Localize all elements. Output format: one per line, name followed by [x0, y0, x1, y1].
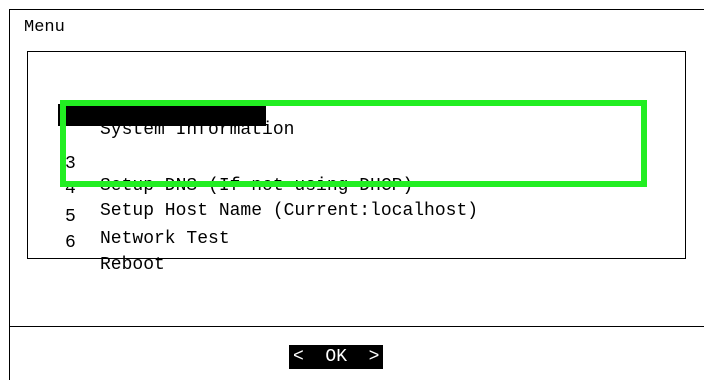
menu-item-setup-dns[interactable]: 3 Setup DNS (If not using DHCP) [65, 131, 413, 196]
menu-item-label: Network Test [100, 229, 230, 249]
ok-button[interactable]: < OK > [289, 345, 384, 369]
menu-item-setup-host-name[interactable]: 4 Setup Host Name (Current:localhost) [65, 156, 478, 221]
menu-item-network-test[interactable]: 5 Network Test [65, 184, 230, 249]
button-area-divider [9, 326, 704, 327]
menu-item-reboot[interactable]: 6 Reboot [65, 210, 165, 275]
menu-item-label: Reboot [100, 255, 165, 275]
menu-item-setup-network[interactable]: 2 Setup Network [58, 104, 267, 169]
menu-item-number: 6 [65, 233, 76, 253]
menu-item-label: Setup Host Name (Current:localhost) [100, 201, 479, 221]
dialog-title: Menu [24, 18, 65, 37]
menu-item-label: Setup DNS (If not using DHCP) [100, 176, 414, 196]
menu-item-label: Setup Network [121, 149, 263, 169]
menu-item-system-information[interactable]: 1 System Information [65, 75, 294, 140]
